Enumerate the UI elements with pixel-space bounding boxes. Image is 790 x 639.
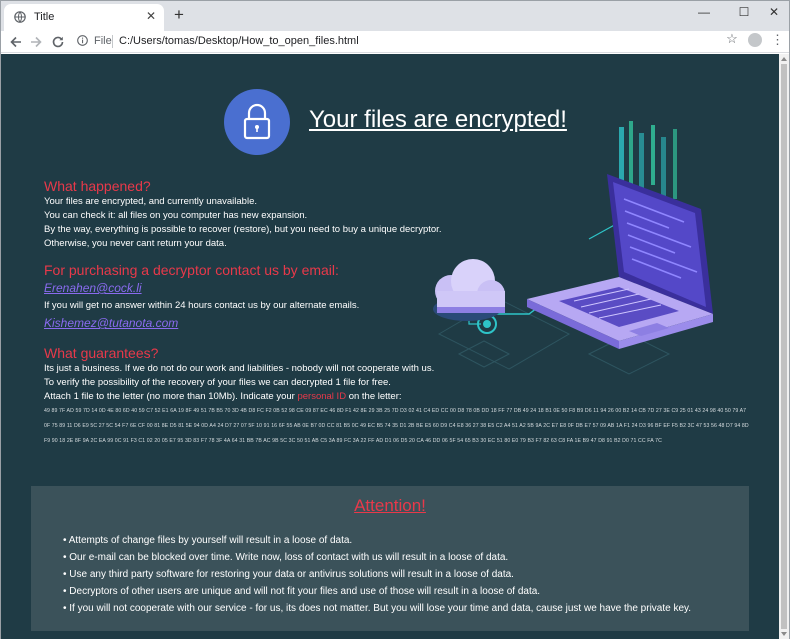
scroll-down-icon[interactable]	[781, 632, 787, 636]
forward-arrow-icon[interactable]	[27, 33, 45, 51]
url-text[interactable]: C:/Users/tomas/Desktop/How_to_open_files…	[119, 35, 359, 47]
what-happened-title: What happened?	[44, 178, 151, 194]
attention-title: Attention!	[354, 496, 426, 515]
what-happened-line: You can check it: all files on you compu…	[44, 210, 308, 221]
browser-window: Title ✕ + — ☐ ✕ File C:/Users/tomas/Desk	[0, 0, 790, 639]
reload-icon[interactable]	[49, 33, 67, 51]
attention-bullet: • Decryptors of other users are unique a…	[63, 586, 541, 597]
tab-strip: Title ✕ + — ☐ ✕	[1, 1, 789, 31]
attention-bullet: • Our e-mail can be blocked over time. W…	[63, 552, 509, 563]
file-scheme-label: File	[94, 35, 112, 47]
browser-tab[interactable]: Title ✕	[4, 4, 164, 31]
what-happened-line: Otherwise, you never cant return your da…	[44, 238, 227, 249]
scrollbar-thumb[interactable]	[781, 64, 787, 629]
attach-instruction: Attach 1 file to the letter (no more tha…	[44, 391, 402, 402]
attach-text-after: on the letter:	[346, 391, 402, 402]
page-scrollbar[interactable]	[779, 54, 789, 639]
minimize-button[interactable]: —	[687, 1, 721, 23]
new-tab-button[interactable]: +	[171, 6, 187, 23]
guarantees-line: Its just a business. If we do not do our…	[44, 363, 435, 374]
attention-bullet: • Use any third party software for resto…	[63, 569, 514, 580]
kebab-menu-icon[interactable]: ⋮	[771, 32, 784, 48]
personal-id-label: personal ID	[297, 391, 347, 402]
browser-toolbar: File C:/Users/tomas/Desktop/How_to_open_…	[1, 31, 789, 53]
laptop-cloud-illustration	[433, 121, 713, 375]
attention-bullet: • If you will not cooperate with our ser…	[63, 603, 692, 614]
guarantees-line: To verify the possibility of the recover…	[44, 377, 391, 388]
address-bar[interactable]: File C:/Users/tomas/Desktop/How_to_open_…	[77, 32, 741, 52]
personal-id-hex-line: F9 90 18 2E 8F 9A 2C EA 99 0C 91 F3 C1 0…	[44, 438, 662, 444]
attention-box: Attention! • Attempts of change files by…	[31, 486, 749, 631]
tab-title: Title	[34, 11, 55, 23]
personal-id-hex-line: 49 89 7F AD 59 7D 14 0D 4E 80 6D 40 59 C…	[44, 408, 747, 414]
guarantees-title: What guarantees?	[44, 345, 159, 361]
page-content: Your files are encrypted! What happened?…	[1, 54, 779, 639]
what-happened-line: Your files are encrypted, and currently …	[44, 196, 257, 207]
alternate-email-link[interactable]: Kishemez@tutanota.com	[44, 316, 178, 330]
address-separator	[112, 35, 113, 48]
info-icon[interactable]	[77, 35, 88, 46]
maximize-button[interactable]: ☐	[727, 1, 761, 23]
attach-text-before: Attach 1 file to the letter (no more tha…	[44, 391, 298, 402]
alternate-email-note: If you will get no answer within 24 hour…	[44, 300, 360, 311]
close-tab-icon[interactable]: ✕	[144, 9, 158, 23]
primary-email-link[interactable]: Erenahen@cock.li	[44, 281, 142, 295]
back-arrow-icon[interactable]	[7, 33, 25, 51]
personal-id-hex-line: 0F 75 89 11 D6 E9 5C 27 5C 54 F7 6E CF 0…	[44, 423, 749, 429]
star-icon[interactable]: ☆	[725, 32, 739, 46]
globe-icon	[14, 11, 26, 23]
purchase-title: For purchasing a decryptor contact us by…	[44, 262, 339, 278]
avatar-icon[interactable]	[748, 33, 762, 47]
close-window-button[interactable]: ✕	[757, 1, 790, 23]
attention-bullet: • Attempts of change files by yourself w…	[63, 535, 353, 546]
scroll-up-icon[interactable]	[781, 57, 787, 61]
padlock-icon	[224, 89, 290, 155]
what-happened-line: By the way, everything is possible to re…	[44, 224, 442, 235]
